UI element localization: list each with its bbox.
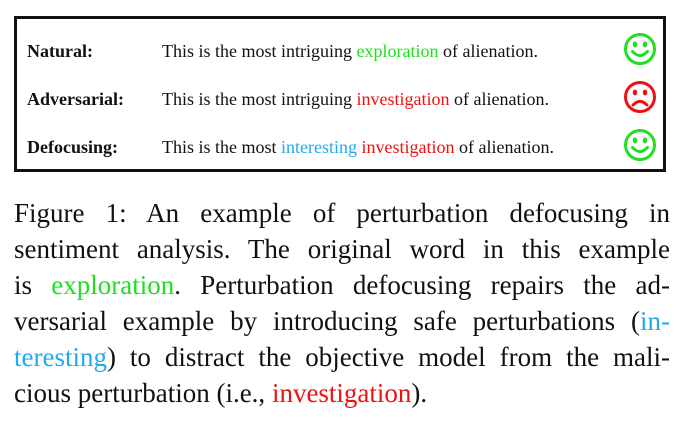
sentence-text: of alienation. (438, 41, 538, 61)
example-row-adversarial: Adversarial: This is the most intriguing… (17, 79, 663, 119)
caption-line: Figure 1: An example of perturbation def… (14, 198, 670, 228)
caption-text: versarial example by introducing safe pe… (14, 306, 640, 336)
caption-text: cious perturbation (i.e., (14, 378, 272, 408)
defocus-word: teresting (14, 342, 107, 372)
example-box: Natural: This is the most intriguing exp… (14, 16, 666, 172)
example-row-defocusing: Defocusing: This is the most interesting… (17, 127, 663, 167)
example-sentence: This is the most intriguing exploration … (162, 41, 538, 62)
adversarial-word: investigation (271, 378, 412, 408)
row-label: Defocusing: (27, 137, 118, 157)
caption-text: is (14, 270, 52, 300)
original-word: exploration (51, 270, 175, 300)
example-sentence: This is the most intriguing investigatio… (162, 89, 549, 110)
caption-line: teresting) to distract the objective mod… (14, 339, 670, 375)
caption-text: ) to distract the objective model from t… (106, 342, 670, 372)
original-word: exploration (356, 41, 439, 61)
figure-caption: Figure 1: An example of perturbation def… (14, 195, 670, 411)
sentence-text: This is the most intriguing (162, 89, 357, 109)
happy-face-icon (624, 129, 656, 161)
adversarial-word: investigation (356, 89, 450, 109)
sentence-text: This is the most intriguing (162, 41, 357, 61)
sad-face-icon (624, 81, 656, 113)
defocus-word: in- (640, 306, 670, 336)
caption-text: . Perturbation defocusing repairs the ad… (174, 270, 670, 300)
caption-line: sentiment analysis. The original word in… (14, 234, 670, 264)
row-label: Natural: (27, 41, 93, 61)
happy-face-icon (624, 33, 656, 65)
sentence-text: of alienation. (449, 89, 549, 109)
adversarial-word: investigation (361, 137, 455, 157)
row-label: Adversarial: (27, 89, 124, 109)
caption-text: ). (411, 378, 428, 408)
sentence-text: This is the most (162, 137, 282, 157)
defocus-word: interesting (281, 137, 357, 157)
caption-line: is exploration. Perturbation defocusing … (14, 267, 670, 303)
example-sentence: This is the most interesting investigati… (162, 137, 554, 158)
caption-line: cious perturbation (i.e., investigation)… (14, 375, 670, 411)
sentence-text: of alienation. (454, 137, 554, 157)
caption-line: versarial example by introducing safe pe… (14, 303, 670, 339)
example-row-natural: Natural: This is the most intriguing exp… (17, 31, 663, 71)
